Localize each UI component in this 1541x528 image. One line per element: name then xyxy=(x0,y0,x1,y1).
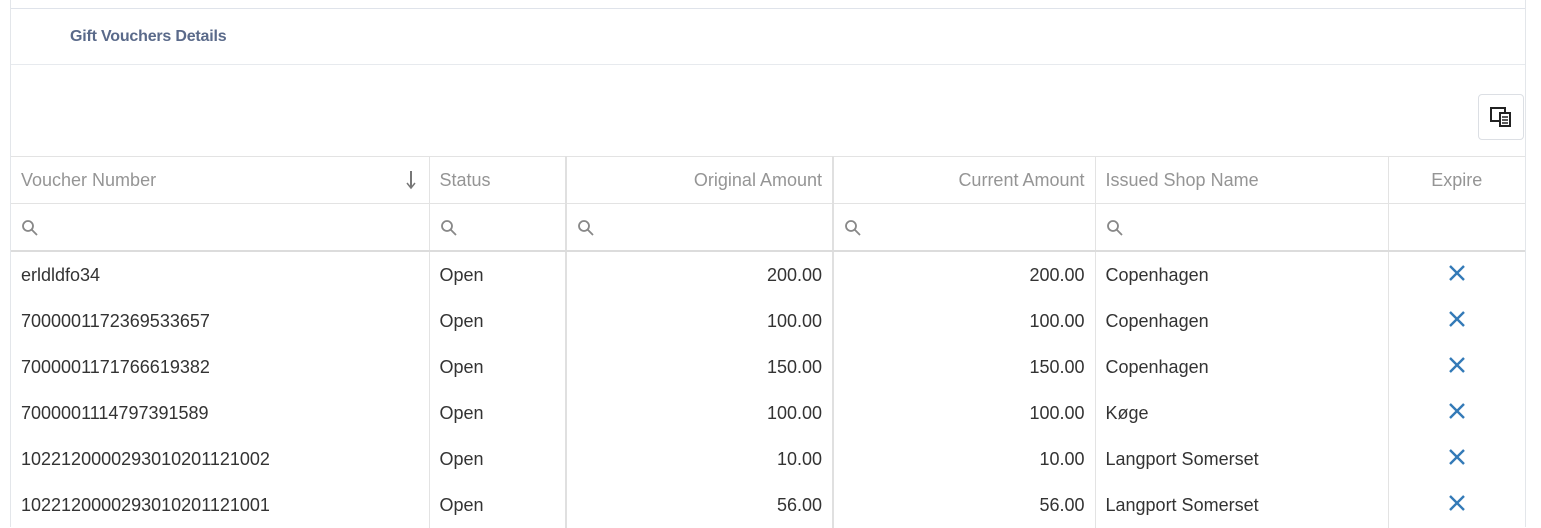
column-header-label: Status xyxy=(439,169,491,190)
filter-cell-current-amount[interactable] xyxy=(832,203,1096,252)
column-header-label: Issued Shop Name xyxy=(1105,169,1259,190)
column-header-label: Current Amount xyxy=(958,169,1085,190)
column-header-expire[interactable]: Expire xyxy=(1388,156,1525,204)
status-cell: Open xyxy=(429,482,567,528)
expire-cell xyxy=(1388,251,1525,298)
close-icon xyxy=(1448,310,1465,327)
expire-cell xyxy=(1388,344,1525,390)
expire-cell xyxy=(1388,390,1525,436)
original-amount-cell: 10.00 xyxy=(565,436,834,482)
status-cell: Open xyxy=(429,436,567,482)
column-header-label: Original Amount xyxy=(693,169,822,190)
close-icon xyxy=(1448,264,1465,281)
filter-cell-issued-shop-name[interactable] xyxy=(1095,203,1389,252)
close-icon xyxy=(1448,356,1465,373)
issued-shop-name-cell: Copenhagen xyxy=(1095,344,1389,390)
issued-shop-name-cell: Copenhagen xyxy=(1095,298,1389,344)
expire-button[interactable] xyxy=(1448,448,1466,471)
voucher-number-cell: 1022120000293010201121001 xyxy=(11,482,430,528)
table-row[interactable]: 7000001172369533657 Open 100.00 100.00 C… xyxy=(11,298,1525,344)
current-amount-cell: 56.00 xyxy=(832,482,1096,528)
table-row[interactable]: 7000001114797391589 Open 100.00 100.00 K… xyxy=(11,390,1525,436)
issued-shop-name-cell: Køge xyxy=(1095,390,1389,436)
status-cell: Open xyxy=(429,344,567,390)
column-header-status[interactable]: Status xyxy=(429,156,567,204)
title-divider xyxy=(11,64,1525,65)
filter-cell-status[interactable] xyxy=(429,203,567,252)
column-chooser-icon xyxy=(1490,107,1511,127)
column-header-original-amount[interactable]: Original Amount xyxy=(565,156,834,204)
search-icon xyxy=(578,219,594,236)
expire-button[interactable] xyxy=(1448,402,1466,425)
current-amount-cell: 100.00 xyxy=(832,298,1096,344)
vouchers-table: Voucher Number Status Original Amount Cu… xyxy=(11,156,1525,528)
table-row[interactable]: 1022120000293010201121001 Open 56.00 56.… xyxy=(11,482,1525,528)
column-header-current-amount[interactable]: Current Amount xyxy=(832,156,1096,204)
voucher-number-cell: erldldfo34 xyxy=(11,251,430,298)
original-amount-cell: 56.00 xyxy=(565,482,834,528)
close-icon xyxy=(1448,448,1465,465)
current-amount-cell: 10.00 xyxy=(832,436,1096,482)
column-header-label: Expire xyxy=(1431,169,1483,190)
voucher-number-cell: 7000001114797391589 xyxy=(11,390,430,436)
current-amount-cell: 100.00 xyxy=(832,390,1096,436)
expire-button[interactable] xyxy=(1448,310,1466,333)
original-amount-cell: 150.00 xyxy=(565,344,834,390)
sort-descending-icon xyxy=(405,171,416,190)
issued-shop-name-cell: Copenhagen xyxy=(1095,251,1389,298)
expire-button[interactable] xyxy=(1448,494,1466,517)
table-row[interactable]: erldldfo34 Open 200.00 200.00 Copenhagen xyxy=(11,251,1525,298)
voucher-number-cell: 7000001171766619382 xyxy=(11,344,430,390)
issued-shop-name-cell: Langport Somerset xyxy=(1095,482,1389,528)
expire-button[interactable] xyxy=(1448,264,1466,287)
issued-shop-name-cell: Langport Somerset xyxy=(1095,436,1389,482)
column-header-issued-shop-name[interactable]: Issued Shop Name xyxy=(1095,156,1389,204)
top-divider xyxy=(11,8,1525,9)
expire-cell xyxy=(1388,436,1525,482)
expire-cell xyxy=(1388,298,1525,344)
filter-cell-expire xyxy=(1388,203,1525,252)
table-row[interactable]: 7000001171766619382 Open 150.00 150.00 C… xyxy=(11,344,1525,390)
close-icon xyxy=(1448,402,1465,419)
search-icon xyxy=(845,219,861,236)
status-cell: Open xyxy=(429,390,567,436)
panel-title: Gift Vouchers Details xyxy=(70,28,227,45)
current-amount-cell: 150.00 xyxy=(832,344,1096,390)
filter-row xyxy=(11,203,1525,252)
column-chooser-button[interactable] xyxy=(1478,94,1524,140)
expire-button[interactable] xyxy=(1448,356,1466,379)
column-header-label: Voucher Number xyxy=(21,169,157,190)
table-header-row: Voucher Number Status Original Amount Cu… xyxy=(11,156,1525,204)
original-amount-cell: 200.00 xyxy=(565,251,834,298)
voucher-number-cell: 7000001172369533657 xyxy=(11,298,430,344)
gift-vouchers-panel: Gift Vouchers Details Voucher Number Sta… xyxy=(10,0,1526,528)
column-header-voucher-number[interactable]: Voucher Number xyxy=(11,156,430,204)
table-row[interactable]: 1022120000293010201121002 Open 10.00 10.… xyxy=(11,436,1525,482)
status-cell: Open xyxy=(429,298,567,344)
filter-cell-voucher-number[interactable] xyxy=(11,203,430,252)
original-amount-cell: 100.00 xyxy=(565,298,834,344)
close-icon xyxy=(1448,494,1465,511)
search-icon xyxy=(22,219,38,236)
filter-cell-original-amount[interactable] xyxy=(565,203,834,252)
expire-cell xyxy=(1388,482,1525,528)
voucher-number-cell: 1022120000293010201121002 xyxy=(11,436,430,482)
search-icon xyxy=(1106,219,1123,236)
current-amount-cell: 200.00 xyxy=(832,251,1096,298)
original-amount-cell: 100.00 xyxy=(565,390,834,436)
status-cell: Open xyxy=(429,251,567,298)
search-icon xyxy=(440,219,457,236)
